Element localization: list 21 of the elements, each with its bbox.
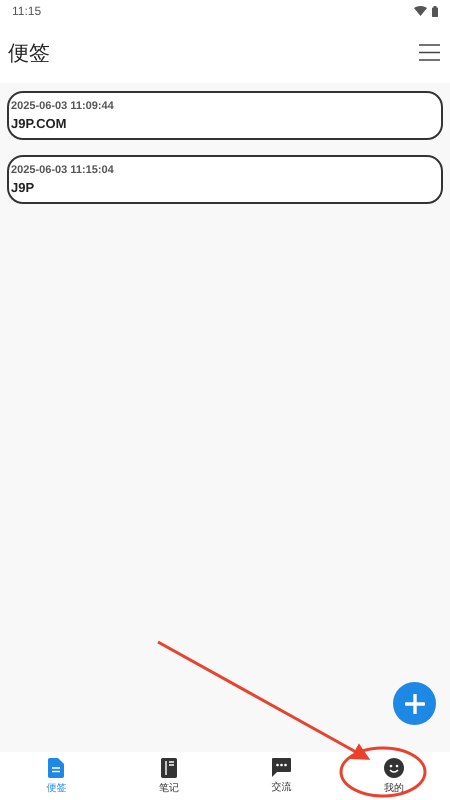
note-timestamp: 2025-06-03 11:15:04 bbox=[11, 164, 115, 176]
wifi-icon bbox=[414, 6, 427, 16]
add-button[interactable] bbox=[393, 682, 436, 725]
nav-tab[interactable]: 我的 bbox=[338, 752, 450, 800]
document-icon bbox=[48, 758, 64, 778]
chat-icon bbox=[272, 758, 291, 777]
note-card[interactable]: 2025-06-03 11:09:44 J9P.COM bbox=[7, 91, 443, 140]
nav-tab[interactable]: 便签 bbox=[0, 752, 112, 800]
page-title: 便签 bbox=[8, 40, 50, 66]
plus-icon bbox=[404, 694, 424, 714]
menu-icon[interactable] bbox=[419, 44, 440, 61]
battery-icon bbox=[432, 6, 438, 16]
note-card[interactable]: 2025-06-03 11:15:04 J9P bbox=[7, 155, 443, 204]
note-text: J9P bbox=[11, 180, 36, 195]
nav-tab[interactable]: 笔记 bbox=[112, 752, 225, 800]
note-timestamp: 2025-06-03 11:09:44 bbox=[11, 100, 115, 112]
nav-tab[interactable]: 交流 bbox=[225, 752, 338, 800]
status-time: 11:15 bbox=[12, 4, 42, 18]
note-text: J9P.COM bbox=[11, 116, 68, 131]
notebook-icon bbox=[160, 758, 177, 778]
smiley-icon bbox=[384, 758, 404, 778]
